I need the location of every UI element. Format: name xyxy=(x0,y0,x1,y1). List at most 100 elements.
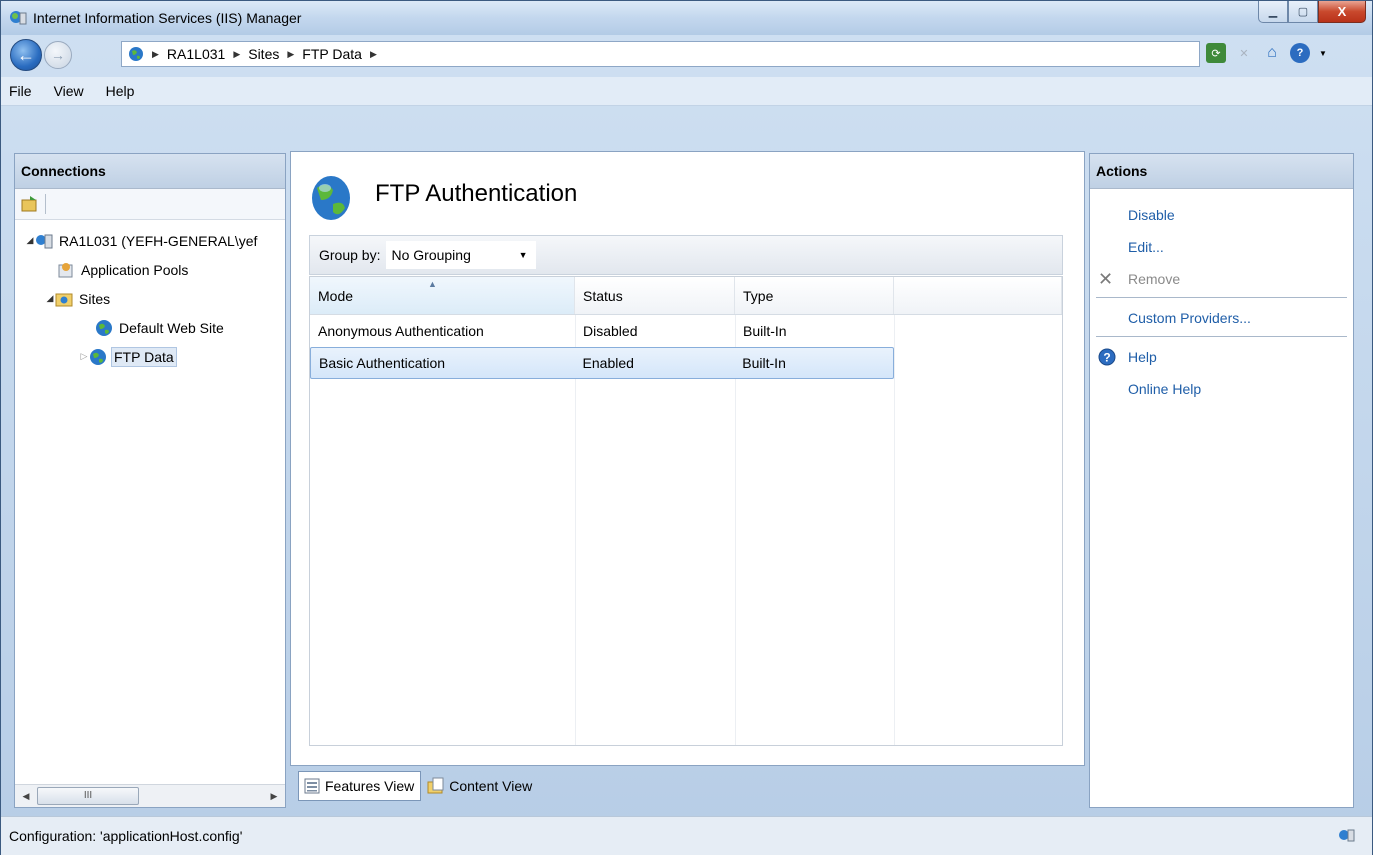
connect-icon[interactable] xyxy=(21,195,39,213)
action-help[interactable]: ? Help xyxy=(1090,341,1353,373)
cell-mode: Basic Authentication xyxy=(319,355,446,371)
column-header-type[interactable]: Type xyxy=(735,277,894,314)
tree-item-server[interactable]: ◢ RA1L031 (YEFH-GENERAL\yef xyxy=(15,226,285,255)
action-label: Help xyxy=(1128,349,1157,365)
cell-status: Enabled xyxy=(582,355,634,371)
action-remove[interactable]: ✕ Remove xyxy=(1090,263,1353,295)
column-header-mode[interactable]: ▲ Mode xyxy=(310,277,575,314)
collapse-icon[interactable]: ◢ xyxy=(45,293,55,304)
cell-type: Built-In xyxy=(742,355,786,371)
globe-icon xyxy=(90,348,106,365)
tab-label: Features View xyxy=(325,778,415,794)
connections-header: Connections xyxy=(15,154,285,189)
connections-toolbar xyxy=(15,189,285,220)
connections-panel: Connections ◢ RA1L031 (YEFH-GENERAL\yef … xyxy=(14,153,286,808)
tree-item-application-pools[interactable]: Application Pools xyxy=(15,255,285,284)
actions-list: Disable Edit... ✕ Remove Custom Provider… xyxy=(1090,189,1353,405)
column-header-empty xyxy=(894,277,1062,314)
tab-features-view[interactable]: Features View xyxy=(298,771,422,801)
iis-manager-window: Internet Information Services (IIS) Mana… xyxy=(0,0,1373,855)
action-edit[interactable]: Edit... xyxy=(1090,231,1353,263)
column-header-label: Mode xyxy=(318,287,354,304)
group-by-label: Group by: xyxy=(319,247,381,263)
home-icon[interactable]: ⌂ xyxy=(1262,43,1282,63)
action-disable[interactable]: Disable xyxy=(1090,199,1353,231)
forward-arrow-icon: → xyxy=(51,47,65,63)
ftp-globe-icon xyxy=(312,176,350,220)
tree-item-label: Default Web Site xyxy=(119,319,224,336)
globe-icon xyxy=(96,319,112,336)
grid-header: ▲ Mode Status Type xyxy=(310,277,1062,315)
action-label: Edit... xyxy=(1128,239,1164,255)
actions-divider xyxy=(1096,297,1347,298)
remove-x-icon: ✕ xyxy=(1098,269,1114,289)
column-header-label: Type xyxy=(743,287,774,304)
cell-type: Built-In xyxy=(743,323,787,339)
minimize-button[interactable]: ▁ xyxy=(1258,1,1288,23)
group-by-value: No Grouping xyxy=(391,247,471,263)
cell-mode: Anonymous Authentication xyxy=(318,323,484,339)
window-controls: ▁ ▢ X xyxy=(1258,1,1366,23)
globe-icon xyxy=(129,47,143,61)
authentication-grid: ▲ Mode Status Type Anonymous Authenticat… xyxy=(309,276,1063,746)
breadcrumb-separator-icon: ▶ xyxy=(233,48,241,59)
table-row[interactable]: Anonymous Authentication Disabled Built-… xyxy=(310,315,1062,347)
tab-content-view[interactable]: Content View xyxy=(423,771,538,801)
status-bar: Configuration: 'applicationHost.config' xyxy=(1,816,1372,855)
close-button[interactable]: X xyxy=(1318,1,1366,23)
actions-divider xyxy=(1096,336,1347,337)
sites-folder-icon xyxy=(55,293,73,306)
column-header-status[interactable]: Status xyxy=(575,277,735,314)
connections-horizontal-scrollbar[interactable]: ◀ III ▶ xyxy=(15,784,285,807)
table-row-selected[interactable]: Basic Authentication Enabled Built-In xyxy=(310,347,894,379)
scroll-thumb[interactable]: III xyxy=(37,787,139,805)
action-label: Online Help xyxy=(1128,381,1202,397)
tree-item-default-web-site[interactable]: Default Web Site xyxy=(15,313,285,342)
help-dropdown-icon[interactable]: ▼ xyxy=(1318,43,1328,63)
forward-button[interactable]: → xyxy=(44,41,72,69)
expand-icon[interactable]: ▷ xyxy=(79,351,89,362)
window-title: Internet Information Services (IIS) Mana… xyxy=(33,10,302,26)
action-online-help[interactable]: Online Help xyxy=(1090,373,1353,405)
address-bar[interactable]: ▶ RA1L031 ▶ Sites ▶ FTP Data ▶ xyxy=(121,41,1200,67)
tree-item-ftp-data[interactable]: ▷ FTP Data xyxy=(15,342,285,371)
menu-view[interactable]: View xyxy=(54,83,84,99)
refresh-icon[interactable]: ⟳ xyxy=(1206,43,1226,63)
scroll-right-icon[interactable]: ▶ xyxy=(263,791,285,802)
collapse-icon[interactable]: ◢ xyxy=(25,235,35,246)
action-custom-providers[interactable]: Custom Providers... xyxy=(1090,302,1353,334)
svg-text:?: ? xyxy=(1103,351,1110,365)
stop-icon[interactable]: ✕ xyxy=(1234,43,1254,63)
feature-panel: FTP Authentication Group by: No Grouping… xyxy=(290,151,1085,766)
menu-help[interactable]: Help xyxy=(106,83,135,99)
minimize-icon: ▁ xyxy=(1268,6,1278,18)
column-header-label: Status xyxy=(583,287,623,304)
back-button[interactable]: ← xyxy=(10,39,42,71)
menu-file[interactable]: File xyxy=(9,83,32,99)
iis-app-icon xyxy=(10,11,27,25)
view-tabs: Features View Content View xyxy=(298,771,538,801)
group-by-dropdown[interactable]: No Grouping ▼ xyxy=(386,241,537,269)
tree-item-label: Sites xyxy=(79,290,111,307)
menu-bar: File View Help xyxy=(1,77,1372,106)
toolbar-divider xyxy=(45,194,46,214)
network-status-icon xyxy=(1339,829,1355,842)
tree-item-sites[interactable]: ◢ Sites xyxy=(15,284,285,313)
action-label: Remove xyxy=(1128,271,1181,287)
breadcrumb-separator-icon[interactable]: ▶ xyxy=(370,49,377,60)
server-icon xyxy=(36,234,53,248)
breadcrumb-sites[interactable]: Sites xyxy=(248,46,279,62)
scroll-left-icon[interactable]: ◀ xyxy=(15,791,37,802)
group-by-bar: Group by: No Grouping ▼ xyxy=(309,235,1063,275)
breadcrumb-ftp-data[interactable]: FTP Data xyxy=(302,46,362,62)
toolbar-icons: ⟳ ✕ ⌂ ? ▼ xyxy=(1206,43,1328,63)
chevron-down-icon: ▼ xyxy=(518,250,528,260)
address-row: ← → ▶ RA1L031 ▶ Sites ▶ FTP Data ▶ ⟳ ✕ ⌂… xyxy=(1,35,1372,77)
maximize-button[interactable]: ▢ xyxy=(1288,1,1318,23)
tree-item-label: Application Pools xyxy=(81,261,189,278)
tab-label: Content View xyxy=(449,778,533,794)
breadcrumb-server[interactable]: RA1L031 xyxy=(167,46,225,62)
help-icon[interactable]: ? xyxy=(1290,43,1310,63)
features-view-icon xyxy=(304,778,320,794)
action-label: Disable xyxy=(1128,207,1175,223)
